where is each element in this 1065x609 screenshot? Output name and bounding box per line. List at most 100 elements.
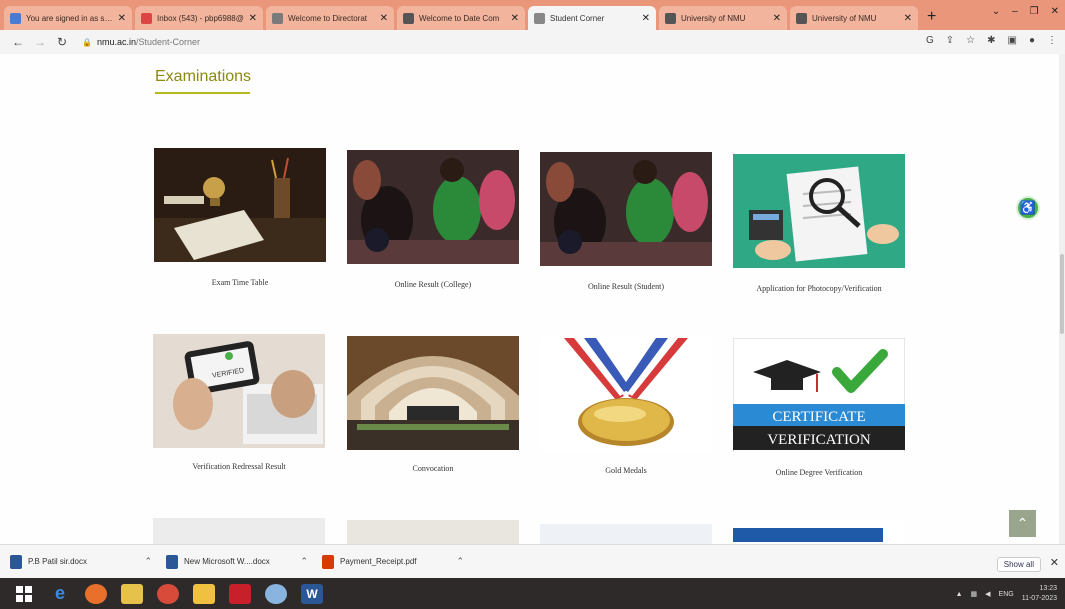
card-photocopy-verification[interactable]: Application for Photocopy/Verification	[733, 154, 905, 293]
tab-favicon-icon	[796, 12, 807, 24]
file-explorer-icon[interactable]	[114, 578, 150, 609]
tab-favicon-icon	[534, 12, 545, 24]
card-row3-2[interactable]	[347, 520, 519, 544]
url-host: nmu.ac.in	[96, 37, 136, 47]
card-online-result-student[interactable]: Online Result (Student)	[540, 152, 712, 291]
online-degree-verification-image: CERTIFICATE VERIFICATION	[733, 338, 905, 452]
download-options-chevron-icon[interactable]: ⌃	[456, 556, 464, 567]
verification-redressal-image: VERIFIED	[153, 334, 325, 448]
card-gold-medals[interactable]: Gold Medals	[540, 338, 712, 475]
download-item[interactable]: New Microsoft W....docx ⌃	[166, 554, 322, 569]
card-online-result-college[interactable]: Online Result (College)	[347, 150, 519, 289]
row3-image-3	[540, 524, 712, 544]
card-online-degree-verification[interactable]: CERTIFICATE VERIFICATION Online Degree V…	[733, 338, 905, 477]
card-row3-4[interactable]	[733, 522, 905, 544]
card-row3-1[interactable]	[153, 518, 325, 544]
card-exam-time-table[interactable]: Exam Time Table	[154, 148, 326, 287]
google-icon[interactable]: G	[926, 35, 934, 46]
ie-icon[interactable]: e	[42, 578, 78, 609]
browser-tab-strip: You are signed in as staff ✕ Inbox (543) -…	[0, 0, 1065, 30]
online-result-college-image	[347, 150, 519, 264]
bookmark-star-icon[interactable]: ☆	[966, 35, 975, 46]
share-icon[interactable]: ⇪	[946, 35, 954, 46]
minimize-button[interactable]: –	[1012, 6, 1018, 17]
tab-search-icon[interactable]: ⌄	[992, 6, 1000, 17]
section-title: Examinations	[155, 68, 252, 85]
row3-image-4	[733, 522, 905, 544]
show-all-button[interactable]: Show all	[996, 557, 1041, 572]
reload-button[interactable]: ↻	[54, 35, 70, 49]
scroll-to-top-button[interactable]: ⌃	[1009, 510, 1036, 537]
network-icon[interactable]: ▦	[971, 590, 978, 598]
tab-close-icon[interactable]: ✕	[904, 13, 912, 24]
browser-tab[interactable]: University of NMU ✕	[790, 6, 918, 30]
paint-icon[interactable]	[258, 578, 294, 609]
clock[interactable]: 13:23 11-07-2023	[1022, 584, 1057, 604]
tab-title: You are signed in as staff	[26, 13, 114, 23]
tab-close-icon[interactable]: ✕	[773, 13, 781, 24]
download-options-chevron-icon[interactable]: ⌃	[144, 556, 152, 567]
section-underline	[155, 92, 250, 94]
downloads-bar: P.B Patil sir.docx ⌃ New Microsoft W....do…	[0, 544, 1065, 578]
file-icon	[10, 554, 22, 569]
convocation-image	[347, 336, 519, 450]
maximize-button[interactable]: ❐	[1030, 6, 1039, 17]
row3-image-1	[153, 518, 325, 544]
tray-arrow-icon[interactable]: ▲	[956, 591, 963, 598]
card-verification-redressal-result[interactable]: VERIFIED Verification Redressal Result	[153, 334, 325, 471]
menu-kebab-icon[interactable]: ⋮	[1047, 35, 1057, 46]
firefox-icon[interactable]	[78, 578, 114, 609]
row3-image-2	[347, 520, 519, 544]
forward-button[interactable]: →	[32, 35, 48, 49]
browser-tab[interactable]: Welcome to Date Com ✕	[397, 6, 525, 30]
browser-tab[interactable]: Welcome to Directorat ✕	[266, 6, 394, 30]
language-indicator[interactable]: ENG	[999, 591, 1014, 598]
download-item[interactable]: P.B Patil sir.docx ⌃	[10, 554, 166, 569]
acrobat-icon[interactable]	[222, 578, 258, 609]
tab-close-icon[interactable]: ✕	[380, 13, 388, 24]
card-label: Online Result (College)	[394, 280, 472, 289]
card-convocation[interactable]: Convocation	[347, 336, 519, 473]
tab-favicon-icon	[665, 12, 676, 24]
browser-tab[interactable]: You are signed in as staff ✕	[4, 6, 132, 30]
tab-title: Welcome to Date Com	[419, 13, 500, 23]
card-label: Exam Time Table	[211, 278, 269, 287]
browser-tab[interactable]: University of NMU ✕	[659, 6, 787, 30]
scrollbar-thumb[interactable]	[1060, 254, 1064, 334]
chrome-icon[interactable]	[150, 578, 186, 609]
download-item[interactable]: Payment_Receipt.pdf ⌃	[322, 554, 478, 569]
folder-icon[interactable]	[186, 578, 222, 609]
photocopy-verification-image	[733, 154, 905, 268]
tab-favicon-icon	[272, 12, 283, 24]
download-filename: New Microsoft W....docx	[184, 557, 270, 566]
browser-toolbar: ← → ↻ 🔒 nmu.ac.in /Student-Corner G ⇪ ☆ …	[0, 30, 1065, 54]
accessibility-button[interactable]: ♿	[1016, 196, 1040, 220]
tab-close-icon[interactable]: ✕	[511, 13, 519, 24]
extensions-icon[interactable]: ✱	[987, 35, 995, 46]
tab-title: Student Corner	[550, 13, 605, 23]
address-bar[interactable]: 🔒 nmu.ac.in /Student-Corner	[82, 37, 200, 47]
card-row3-3[interactable]	[540, 524, 712, 544]
browser-tab[interactable]: Student Corner ✕	[528, 6, 656, 30]
profile-avatar-icon[interactable]: ●	[1029, 35, 1035, 46]
browser-tab[interactable]: Inbox (543) - pbp6988@ ✕	[135, 6, 263, 30]
word-icon[interactable]: W	[294, 578, 330, 609]
tab-title: University of NMU	[681, 13, 746, 23]
close-window-button[interactable]: ✕	[1051, 6, 1059, 17]
sidebar-icon[interactable]: ▣	[1008, 35, 1017, 46]
tab-close-icon[interactable]: ✕	[249, 13, 257, 24]
file-icon	[322, 554, 334, 569]
tab-close-icon[interactable]: ✕	[118, 13, 126, 24]
start-button[interactable]	[6, 578, 42, 609]
window-controls: ⌄ – ❐ ✕	[992, 6, 1059, 17]
certificate-line2: VERIFICATION	[767, 432, 870, 448]
volume-icon[interactable]: ◀	[985, 590, 990, 598]
back-button[interactable]: ←	[10, 35, 26, 49]
page-scrollbar[interactable]	[1059, 54, 1065, 544]
download-filename: P.B Patil sir.docx	[28, 557, 87, 566]
download-options-chevron-icon[interactable]: ⌃	[300, 556, 308, 567]
new-tab-button[interactable]: +	[927, 8, 936, 26]
close-downloads-icon[interactable]: ✕	[1050, 556, 1059, 569]
tab-close-icon[interactable]: ✕	[642, 13, 650, 24]
page-content: Examinations Exam Time Table Online Resu…	[0, 54, 1065, 544]
